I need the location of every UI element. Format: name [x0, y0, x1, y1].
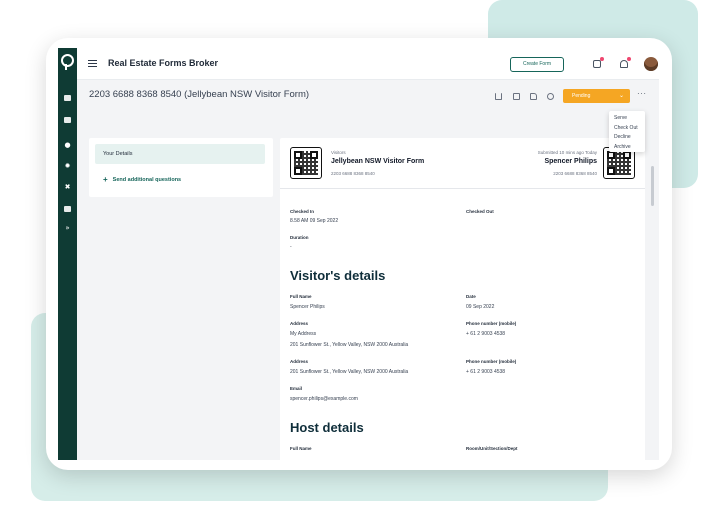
- address-label: Address: [290, 321, 309, 326]
- send-additional-questions-button[interactable]: + Send additional questions: [103, 175, 181, 184]
- form-detail-panel: Visitors Jellybean NSW Visitor Form 2203…: [280, 138, 645, 460]
- bell-notification-dot: [627, 57, 631, 61]
- submitted-time: Submitted 10 mins ago Today: [537, 150, 597, 155]
- address-title: My Address: [290, 331, 317, 337]
- user-icon[interactable]: ●: [62, 141, 73, 149]
- checked-out-label: Checked Out: [466, 209, 494, 214]
- phone-2-label: Phone number (mobile): [466, 359, 517, 364]
- send-additional-questions-label: Send additional questions: [112, 177, 182, 183]
- download-icon[interactable]: [495, 93, 502, 100]
- app-logo-icon[interactable]: [61, 54, 74, 70]
- chevron-down-icon: ⌄: [618, 93, 624, 99]
- menu-icon[interactable]: [88, 60, 97, 67]
- submitter-name: Spencer Philips: [544, 158, 597, 165]
- top-bar: Real Estate Forms Broker Create Form ⌄: [77, 48, 659, 80]
- menu-item-check-out[interactable]: Check Out: [609, 124, 645, 134]
- date-label: Date: [466, 294, 476, 299]
- status-label: Pending: [572, 93, 591, 99]
- history-icon[interactable]: [547, 93, 554, 100]
- inbox-icon[interactable]: [64, 117, 71, 123]
- page-title: 2203 6688 8368 8540 (Jellybean NSW Visit…: [89, 89, 310, 100]
- form-id: 2203 6688 8368 8540: [331, 171, 375, 176]
- form-category: Visitors: [331, 150, 346, 155]
- status-dropdown-button[interactable]: Pending ⌄: [563, 89, 630, 103]
- date-value: 09 Sep 2022: [466, 304, 495, 310]
- form-header: Visitors Jellybean NSW Visitor Form 2203…: [280, 138, 645, 189]
- phone-2-value: + 61 2 9003 4538: [466, 369, 506, 375]
- form-name: Jellybean NSW Visitor Form: [331, 158, 425, 165]
- sections-panel: Your Details + Send additional questions: [89, 138, 273, 197]
- section-item-your-details[interactable]: Your Details: [95, 144, 265, 164]
- bell-icon[interactable]: [620, 60, 628, 68]
- full-name-label: Full Name: [290, 294, 312, 299]
- print-icon[interactable]: [513, 93, 520, 100]
- checked-in-value: 8.58 AM 09 Sep 2022: [290, 218, 339, 224]
- plus-icon: +: [103, 175, 108, 184]
- scrollbar[interactable]: [651, 166, 654, 206]
- page-header: 2203 6688 8368 8540 (Jellybean NSW Visit…: [77, 80, 659, 112]
- visitor-details-heading: Visitor's details: [290, 268, 386, 283]
- expand-icon[interactable]: »: [62, 224, 73, 232]
- nav-rail: ● ✹ ✖ »: [58, 48, 77, 460]
- host-full-name-label: Full Name: [290, 446, 312, 451]
- menu-item-archive[interactable]: Archive: [609, 143, 645, 153]
- stage: ● ✹ ✖ » Real Estate Forms Broker Create …: [0, 0, 703, 526]
- full-name-value: Spencer Philips: [290, 304, 325, 310]
- lock-icon[interactable]: [64, 206, 71, 212]
- gear-icon[interactable]: ✹: [62, 162, 73, 170]
- qr-code-icon: [290, 147, 322, 179]
- duration-value: -: [290, 244, 292, 250]
- tools-icon[interactable]: ✖: [62, 183, 73, 191]
- forms-icon[interactable]: [64, 95, 71, 101]
- host-details-heading: Host details: [290, 420, 364, 435]
- menu-item-serve[interactable]: Serve: [609, 114, 645, 124]
- status-menu: Serve Check Out Decline Archive: [609, 111, 645, 152]
- phone-value: + 61 2 9003 4538: [466, 331, 506, 337]
- file-icon[interactable]: [530, 93, 537, 100]
- checked-in-label: Checked In: [290, 209, 315, 214]
- phone-label: Phone number (mobile): [466, 321, 517, 326]
- duration-label: Duration: [290, 235, 309, 240]
- menu-item-decline[interactable]: Decline: [609, 133, 645, 143]
- mail-notification-dot: [600, 57, 604, 61]
- address-2-label: Address: [290, 359, 309, 364]
- app-title: Real Estate Forms Broker: [108, 58, 219, 68]
- mail-icon[interactable]: [593, 60, 601, 68]
- record-id: 2203 6688 8368 8540: [553, 171, 597, 176]
- tablet-frame: ● ✹ ✖ » Real Estate Forms Broker Create …: [46, 38, 672, 470]
- avatar[interactable]: [644, 57, 658, 71]
- address-2-line: 201 Sunflower St., Yellow Valley, NSW 20…: [290, 369, 409, 375]
- email-label: Email: [290, 386, 303, 391]
- room-label: Room/Unit/Section/Dept: [466, 446, 518, 451]
- email-value: spencer.philips@example.com: [290, 396, 358, 402]
- more-icon[interactable]: ···: [637, 89, 647, 98]
- address-line: 201 Sunflower St., Yellow Valley, NSW 20…: [290, 342, 409, 348]
- app-screen: ● ✹ ✖ » Real Estate Forms Broker Create …: [58, 48, 659, 460]
- create-form-button[interactable]: Create Form: [510, 57, 564, 72]
